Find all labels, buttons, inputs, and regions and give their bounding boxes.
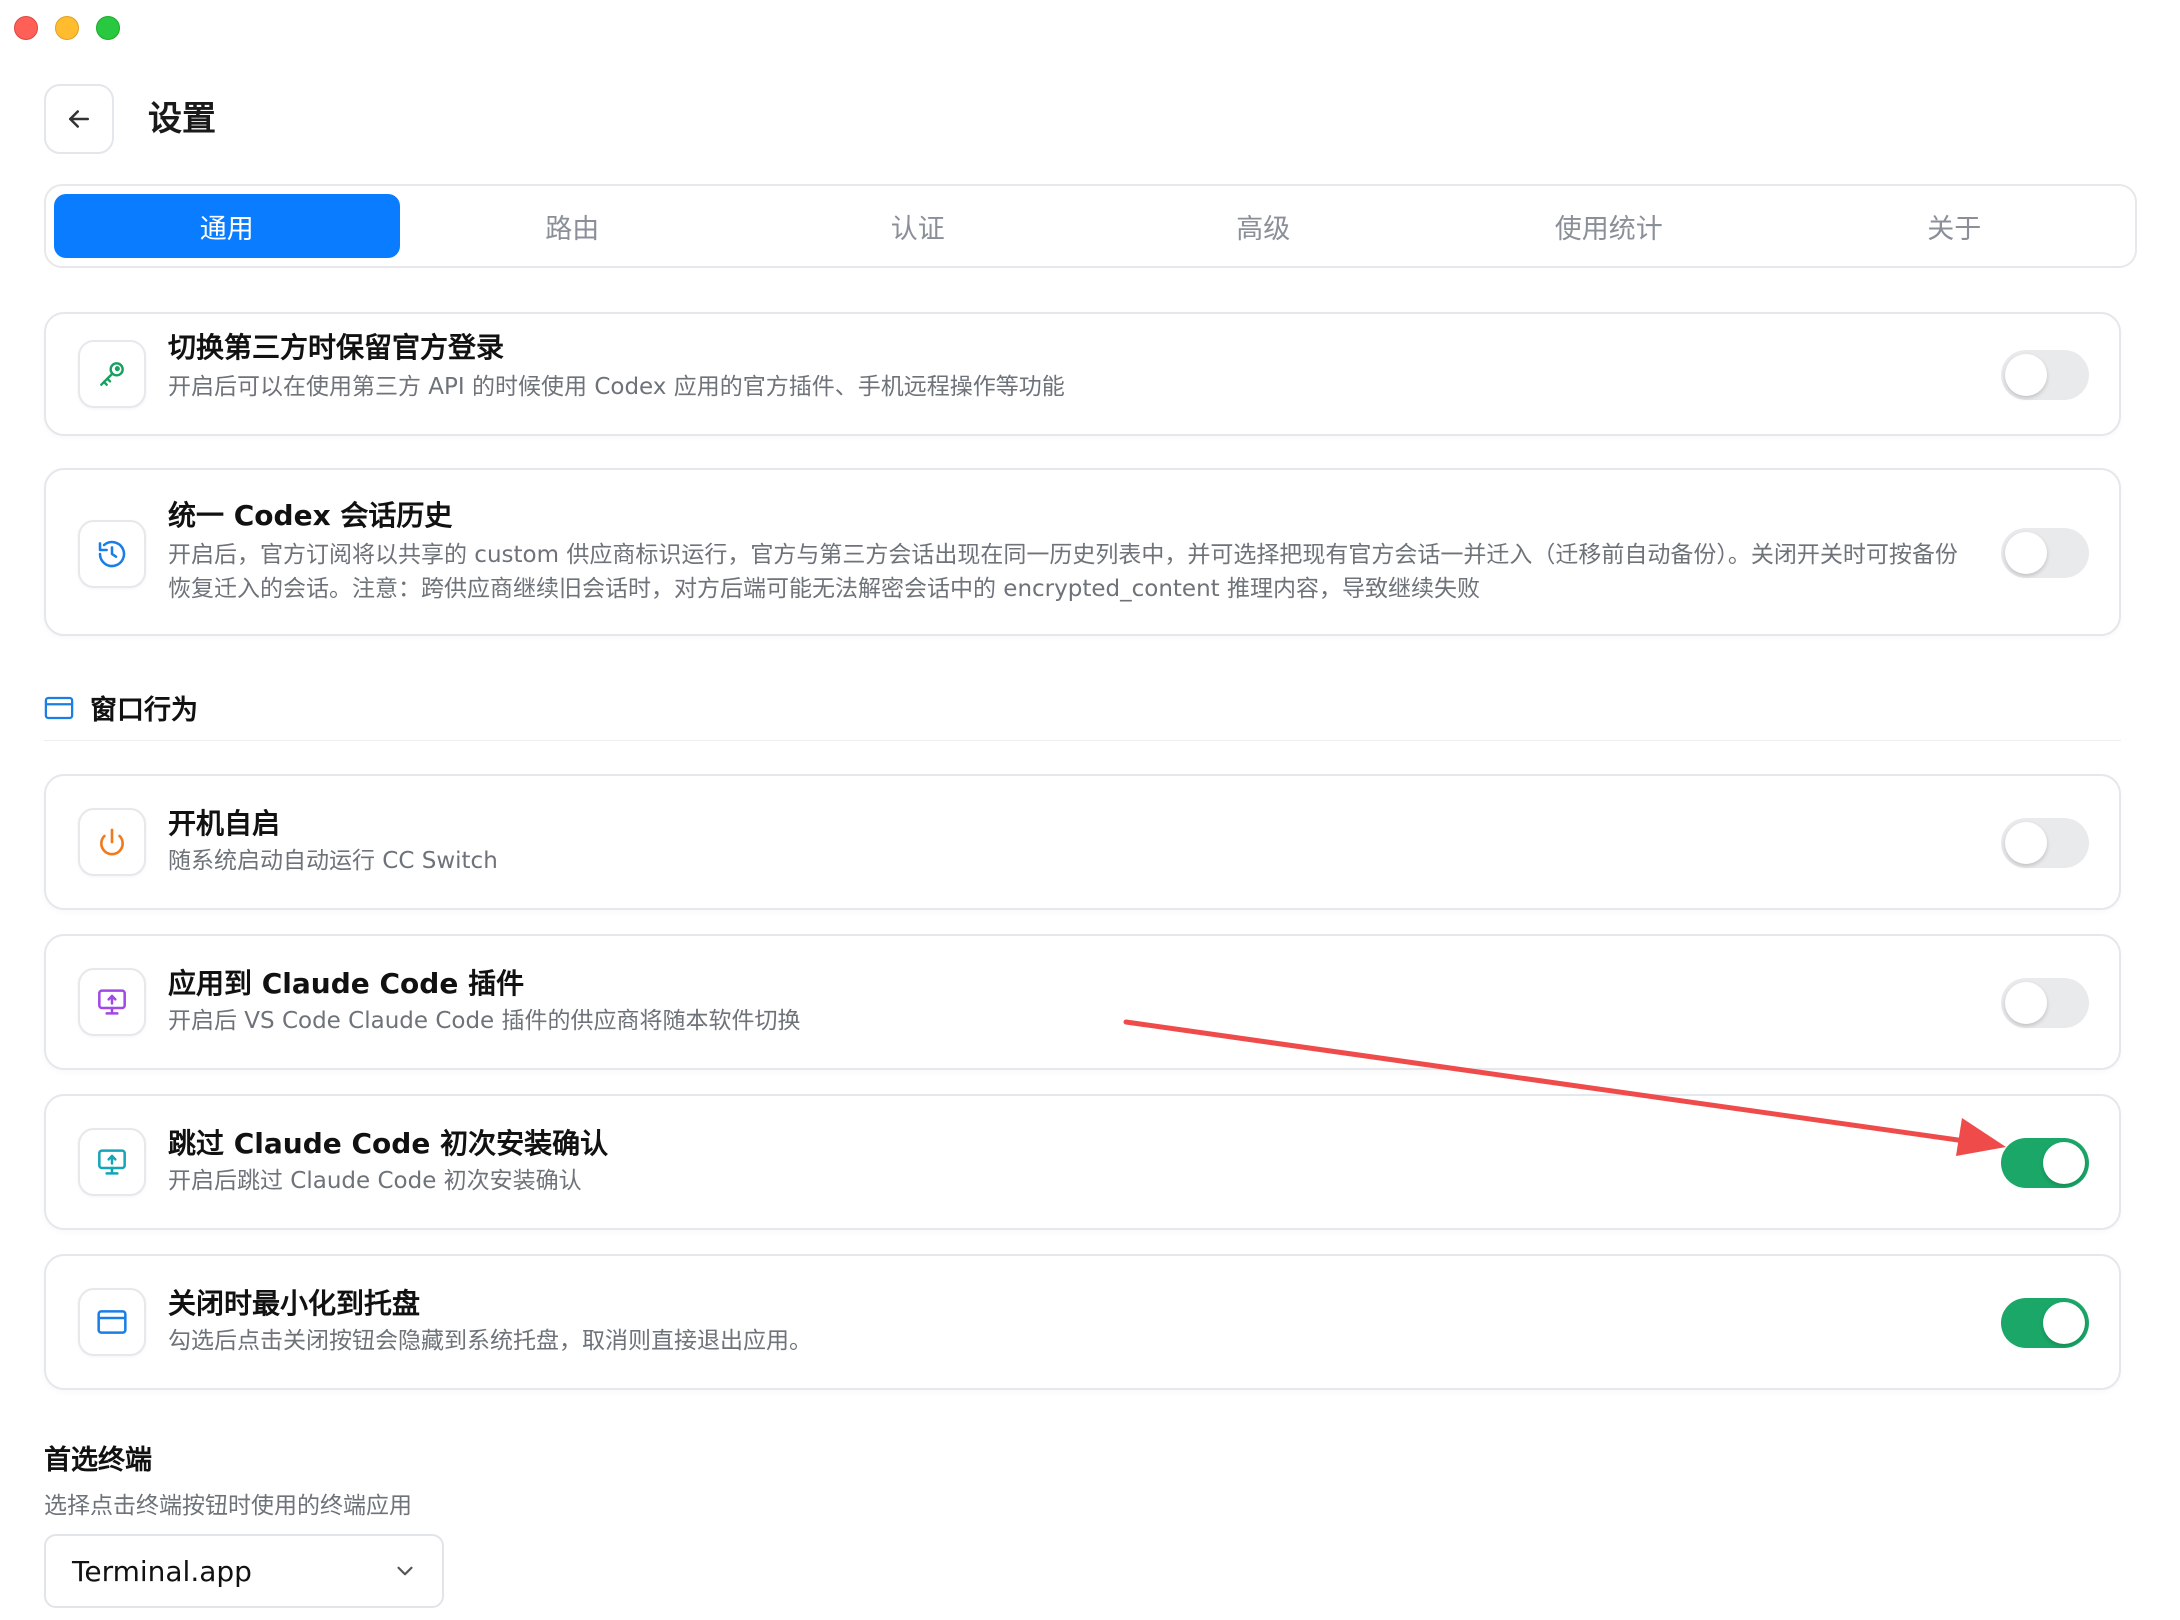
minimize-window-button[interactable]: [55, 16, 79, 40]
setting-title: 关闭时最小化到托盘: [168, 1287, 421, 1320]
apply-plugin-toggle[interactable]: [2001, 978, 2089, 1028]
window-controls: [14, 16, 120, 40]
close-window-button[interactable]: [14, 16, 38, 40]
back-button[interactable]: [44, 84, 114, 154]
setting-description: 开启后跳过 Claude Code 初次安装确认: [168, 1168, 582, 1194]
tab-general[interactable]: 通用: [54, 194, 400, 258]
section-header-window-behavior: 窗口行为: [44, 688, 198, 727]
terminal-section-description: 选择点击终端按钮时使用的终端应用: [44, 1493, 412, 1519]
terminal-select-value: Terminal.app: [72, 1554, 252, 1588]
key-icon: [78, 340, 146, 408]
setting-title: 应用到 Claude Code 插件: [168, 967, 525, 1000]
keep-official-login-toggle[interactable]: [2001, 350, 2089, 400]
window-icon: [78, 1288, 146, 1356]
setting-description: 开启后，官方订阅将以共享的 custom 供应商标识运行，官方与第三方会话出现在…: [168, 542, 1958, 602]
tab-about[interactable]: 关于: [1782, 194, 2128, 258]
tab-advanced[interactable]: 高级: [1091, 194, 1437, 258]
power-icon: [78, 808, 146, 876]
tab-usage-stats[interactable]: 使用统计: [1436, 194, 1782, 258]
chevron-down-icon: [397, 1566, 413, 1576]
toggle-knob: [2043, 1142, 2085, 1184]
setting-description: 开启后可以在使用第三方 API 的时候使用 Codex 应用的官方插件、手机远程…: [168, 374, 1065, 400]
setting-card-unify-history: 统一 Codex 会话历史 开启后，官方订阅将以共享的 custom 供应商标识…: [44, 468, 2121, 636]
setting-card-apply-plugin: 应用到 Claude Code 插件 开启后 VS Code Claude Co…: [44, 934, 2121, 1070]
tab-routing[interactable]: 路由: [400, 194, 746, 258]
terminal-section-title: 首选终端: [44, 1445, 152, 1476]
toggle-knob: [2043, 1302, 2085, 1344]
minimize-tray-toggle[interactable]: [2001, 1298, 2089, 1348]
toggle-knob: [2005, 354, 2047, 396]
history-icon: [78, 520, 146, 588]
settings-tabs: 通用 路由 认证 高级 使用统计 关于: [44, 184, 2137, 268]
setting-card-autostart: 开机自启 随系统启动自动运行 CC Switch: [44, 774, 2121, 910]
toggle-knob: [2005, 822, 2047, 864]
setting-description: 勾选后点击关闭按钮会隐藏到系统托盘，取消则直接退出应用。: [168, 1328, 812, 1354]
zoom-window-button[interactable]: [96, 16, 120, 40]
toggle-knob: [2005, 982, 2047, 1024]
setting-title: 切换第三方时保留官方登录: [168, 331, 505, 364]
window-icon: [44, 696, 74, 719]
setting-description: 开启后 VS Code Claude Code 插件的供应商将随本软件切换: [168, 1008, 801, 1034]
toggle-knob: [2005, 532, 2047, 574]
monitor-upload-icon: [78, 1128, 146, 1196]
setting-card-minimize-tray: 关闭时最小化到托盘 勾选后点击关闭按钮会隐藏到系统托盘，取消则直接退出应用。: [44, 1254, 2121, 1390]
setting-description: 随系统启动自动运行 CC Switch: [168, 848, 498, 874]
setting-card-keep-official-login: 切换第三方时保留官方登录 开启后可以在使用第三方 API 的时候使用 Codex…: [44, 312, 2121, 436]
autostart-toggle[interactable]: [2001, 818, 2089, 868]
unify-history-toggle[interactable]: [2001, 528, 2089, 578]
tab-auth[interactable]: 认证: [745, 194, 1091, 258]
section-divider: [44, 740, 2121, 741]
terminal-select[interactable]: Terminal.app: [44, 1534, 444, 1608]
setting-title: 统一 Codex 会话历史: [168, 499, 453, 532]
arrow-left-icon: [69, 110, 89, 128]
setting-title: 跳过 Claude Code 初次安装确认: [168, 1127, 609, 1160]
section-label: 窗口行为: [90, 695, 198, 726]
setting-card-skip-confirm: 跳过 Claude Code 初次安装确认 开启后跳过 Claude Code …: [44, 1094, 2121, 1230]
page-title: 设置: [148, 99, 216, 139]
setting-title: 开机自启: [168, 807, 281, 840]
skip-confirm-toggle[interactable]: [2001, 1138, 2089, 1188]
monitor-upload-icon: [78, 968, 146, 1036]
